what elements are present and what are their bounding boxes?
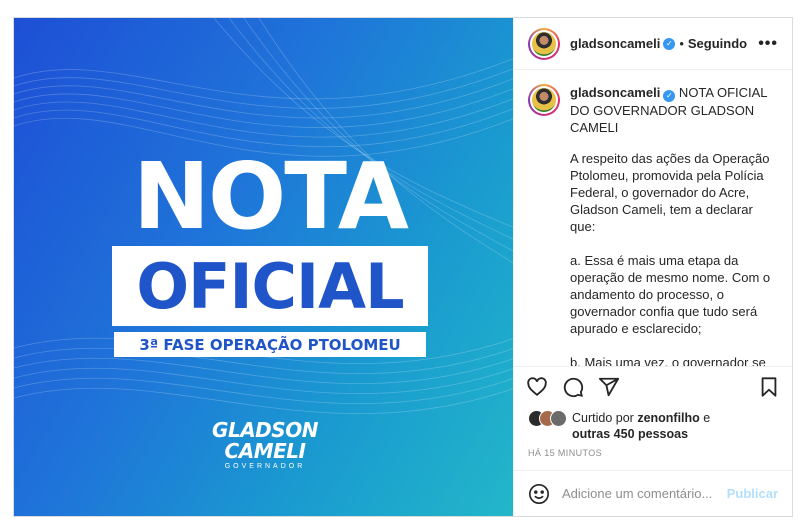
liker-avatars[interactable] [528, 410, 568, 428]
post-timestamp[interactable]: HÁ 15 MINUTOS [514, 444, 792, 470]
publish-button[interactable]: Publicar [727, 486, 778, 501]
post-side-panel: gladsoncameli ✓ • Seguindo ••• gladsonca… [513, 18, 792, 516]
caption-body: A respeito das ações da Operação Ptolome… [570, 150, 775, 366]
avatar[interactable] [528, 27, 560, 60]
headline: NOTA OFICIAL 3ª FASE OPERAÇÃO PTOLOMEU [112, 150, 428, 357]
caption-paragraph: b. Mais uma vez, o governador se coloca … [570, 355, 766, 366]
comment-icon[interactable] [562, 376, 584, 398]
share-icon[interactable] [598, 376, 620, 398]
signature-role: GOVERNADOR [224, 463, 306, 470]
subtitle-text: 3ª FASE OPERAÇÃO PTOLOMEU [139, 335, 401, 354]
heart-icon[interactable] [526, 376, 548, 398]
likes-text: Curtido por zenonfilho e outras 450 pess… [572, 410, 710, 442]
caption-paragraph: a. Essa é mais uma etapa da operação de … [570, 253, 771, 336]
likes-others-link[interactable]: outras 450 pessoas [572, 427, 688, 441]
comment-bar: Publicar [514, 470, 792, 516]
liker-avatar [550, 410, 567, 427]
post-header: gladsoncameli ✓ • Seguindo ••• [514, 18, 792, 70]
liker-username-link[interactable]: zenonfilho [637, 411, 700, 425]
signature-first-name: GLADSON [212, 418, 318, 442]
caption-heading: gladsoncameli ✓ NOTA OFICIAL DO GOVERNADO… [570, 84, 778, 136]
post-image[interactable]: NOTA OFICIAL 3ª FASE OPERAÇÃO PTOLOMEU G… [14, 18, 513, 516]
instagram-post: NOTA OFICIAL 3ª FASE OPERAÇÃO PTOLOMEU G… [13, 17, 793, 517]
bookmark-icon[interactable] [758, 376, 780, 398]
caption-avatar[interactable] [528, 84, 560, 116]
headline-oficial-box: OFICIAL [112, 246, 428, 326]
likes-summary: Curtido por zenonfilho e outras 450 pess… [514, 406, 792, 444]
comment-input[interactable] [562, 486, 722, 501]
action-bar [514, 366, 792, 406]
signature-logo: GLADSON CAMELI GOVERNADOR [210, 418, 320, 471]
subtitle-box: 3ª FASE OPERAÇÃO PTOLOMEU [114, 332, 426, 357]
caption-username[interactable]: gladsoncameli [570, 85, 660, 100]
likes-prefix: Curtido por [572, 411, 638, 425]
separator-dot: • [679, 36, 684, 51]
caption-area[interactable]: gladsoncameli ✓ NOTA OFICIAL DO GOVERNADO… [514, 70, 792, 366]
emoji-icon[interactable] [528, 483, 550, 505]
verified-badge-icon: ✓ [663, 90, 676, 102]
signature-last-name: CAMELI [224, 439, 306, 463]
headline-oficial: OFICIAL [136, 249, 404, 323]
avatar-photo [532, 31, 556, 56]
headline-nota: NOTA [132, 143, 409, 250]
likes-middle: e [699, 411, 711, 425]
caption-paragraph: A respeito das ações da Operação Ptolome… [570, 151, 770, 234]
header-username[interactable]: gladsoncameli [570, 36, 660, 51]
following-button[interactable]: Seguindo [688, 36, 747, 51]
more-options-icon[interactable]: ••• [758, 35, 778, 53]
avatar-photo [532, 88, 556, 112]
verified-badge-icon: ✓ [663, 37, 676, 50]
